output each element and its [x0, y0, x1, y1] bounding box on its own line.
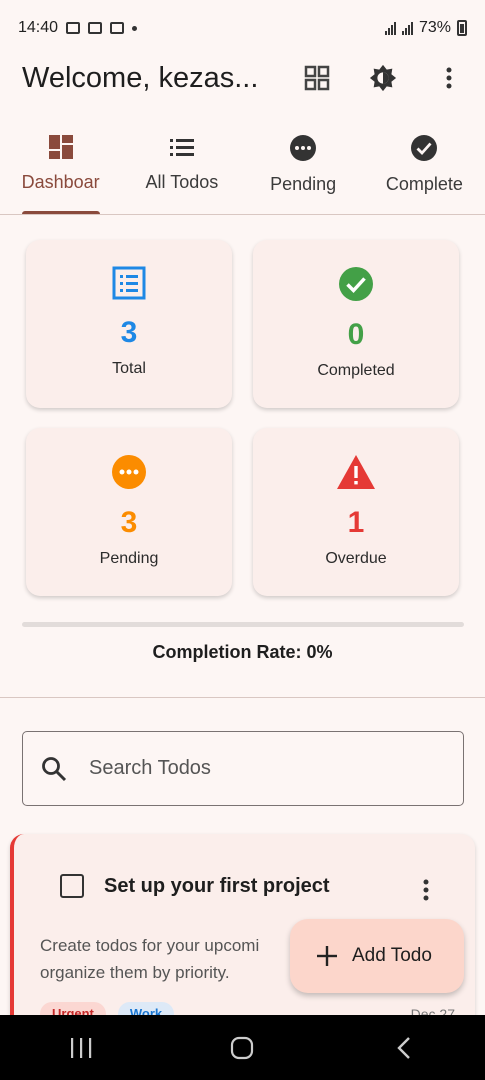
more-options-button[interactable] [435, 64, 463, 92]
signal-4g-icon [401, 21, 413, 35]
battery-percent: 73% [418, 19, 451, 36]
stat-card-completed: 0 Completed [253, 240, 459, 408]
tab-pending[interactable]: Pending [243, 128, 364, 214]
todo-header: Set up your first project [60, 874, 330, 898]
search-icon [42, 756, 67, 781]
todo-more-button[interactable] [412, 876, 440, 904]
warning-icon [337, 455, 375, 489]
tab-label: Complete [385, 174, 463, 194]
message-notification-icon [110, 22, 125, 34]
more-vert-icon [446, 67, 452, 89]
system-nav-bar [0, 1015, 485, 1080]
back-button[interactable] [374, 1018, 434, 1078]
stat-card-pending: 3 Pending [26, 428, 232, 596]
todo-checkbox[interactable] [60, 874, 84, 898]
add-todo-label: Add Todo [352, 945, 432, 966]
stat-card-total: 3 Total [26, 240, 232, 408]
divider [0, 697, 485, 698]
more-vert-icon [423, 879, 429, 901]
home-icon [231, 1036, 254, 1059]
add-todo-button[interactable]: Add Todo [290, 919, 464, 993]
list-alt-icon [112, 266, 146, 300]
tab-dashboard[interactable]: Dashboar [0, 128, 121, 214]
list-icon [169, 139, 194, 156]
pending-icon [112, 455, 146, 489]
grid-view-icon [304, 65, 330, 91]
search-placeholder: Search Todos [89, 757, 211, 779]
more-notifications-icon [132, 25, 138, 31]
brightness-icon [369, 64, 397, 92]
status-bar: 14:40 73% [0, 0, 485, 56]
stat-label-completed: Completed [317, 362, 395, 379]
stats-grid: 3 Total 0 Completed 3 Pending 1 Overdue [26, 240, 459, 596]
check-circle-icon [339, 267, 373, 301]
app-actions [303, 64, 463, 92]
home-button[interactable] [212, 1018, 272, 1078]
status-time: 14:40 [18, 19, 59, 36]
completion-rate: Completion Rate: 0% [152, 642, 333, 662]
signal-icon [384, 21, 396, 35]
stat-label-pending: Pending [99, 550, 159, 567]
tab-label: All Todos [145, 172, 219, 192]
todo-description-line: Create todos for your upcomi [40, 936, 260, 955]
battery-icon [457, 20, 467, 36]
tab-all-todos[interactable]: All Todos [121, 128, 242, 214]
grid-view-button[interactable] [303, 64, 331, 92]
recent-apps-icon [70, 1037, 92, 1058]
stat-label-total: Total [112, 360, 146, 377]
app-bar: Welcome, kezas... [0, 52, 485, 104]
pending-icon [290, 135, 317, 161]
back-icon [397, 1036, 410, 1059]
todo-description: Create todos for your upcomi organize th… [40, 932, 290, 986]
todo-description-line: organize them by priority. [40, 963, 230, 982]
tab-bar: Dashboar All Todos Pending Complete [0, 128, 485, 215]
todo-title: Set up your first project [104, 874, 330, 897]
stat-value-overdue: 1 [347, 506, 365, 539]
theme-toggle-button[interactable] [369, 64, 397, 92]
tab-label: Pending [270, 174, 337, 194]
check-circle-icon [411, 135, 438, 161]
tab-completed[interactable]: Complete [364, 128, 485, 214]
stat-label-overdue: Overdue [325, 550, 387, 567]
plus-icon [317, 946, 337, 966]
gallery-notification-icon [66, 22, 81, 34]
status-right: 73% [384, 19, 467, 37]
stat-value-total: 3 [120, 316, 138, 349]
completion-progress-bar [22, 622, 464, 627]
tab-label: Dashboar [21, 172, 100, 192]
stat-card-overdue: 1 Overdue [253, 428, 459, 596]
recent-apps-button[interactable] [51, 1018, 111, 1078]
app-notification-icon [88, 22, 103, 34]
stat-value-pending: 3 [120, 506, 138, 539]
dashboard-icon [48, 135, 73, 159]
stat-value-completed: 0 [347, 318, 365, 351]
status-left: 14:40 [18, 19, 138, 37]
page-title: Welcome, kezas... [22, 61, 259, 94]
search-input[interactable]: Search Todos [22, 731, 464, 806]
